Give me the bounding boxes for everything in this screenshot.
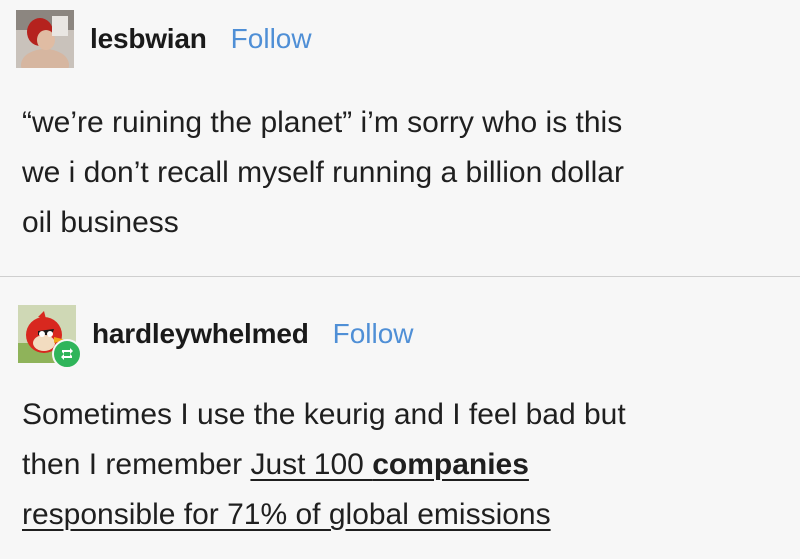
- reblog-icon: [52, 339, 82, 369]
- follow-button[interactable]: Follow: [231, 23, 312, 55]
- post-text-line: we i don’t recall myself running a billi…: [22, 156, 624, 189]
- post-body: “we’re ruining the planet” i’m sorry who…: [22, 98, 624, 248]
- post-text-line: then I remember Just 100 companies: [22, 440, 626, 490]
- emissions-link-continued[interactable]: responsible for 71% of global emissions: [22, 498, 551, 531]
- post-text-line: responsible for 71% of global emissions: [22, 490, 626, 540]
- username[interactable]: hardleywhelmed: [92, 318, 309, 350]
- user-photo-avatar[interactable]: [16, 10, 74, 81]
- post-body: Sometimes I use the keurig and I feel ba…: [22, 390, 626, 540]
- post-text-line: oil business: [22, 206, 179, 239]
- post-hardleywhelmed: hardleywhelmed Follow Sometimes I use th…: [0, 277, 800, 559]
- post-header: lesbwian Follow: [16, 10, 312, 81]
- post-text-line: “we’re ruining the planet” i’m sorry who…: [22, 106, 623, 139]
- post-text-line: Sometimes I use the keurig and I feel ba…: [22, 398, 626, 431]
- link-text: Just 100: [250, 448, 373, 481]
- username[interactable]: lesbwian: [90, 23, 207, 55]
- angry-bird-avatar[interactable]: [18, 305, 82, 369]
- link-text-bold: companies: [372, 448, 529, 481]
- follow-button[interactable]: Follow: [333, 318, 414, 350]
- post-lesbwian: lesbwian Follow “we’re ruining the plane…: [0, 0, 800, 276]
- emissions-link[interactable]: Just 100 companies: [250, 448, 528, 481]
- post-text-prefix: then I remember: [22, 448, 251, 481]
- post-header: hardleywhelmed Follow: [18, 305, 414, 369]
